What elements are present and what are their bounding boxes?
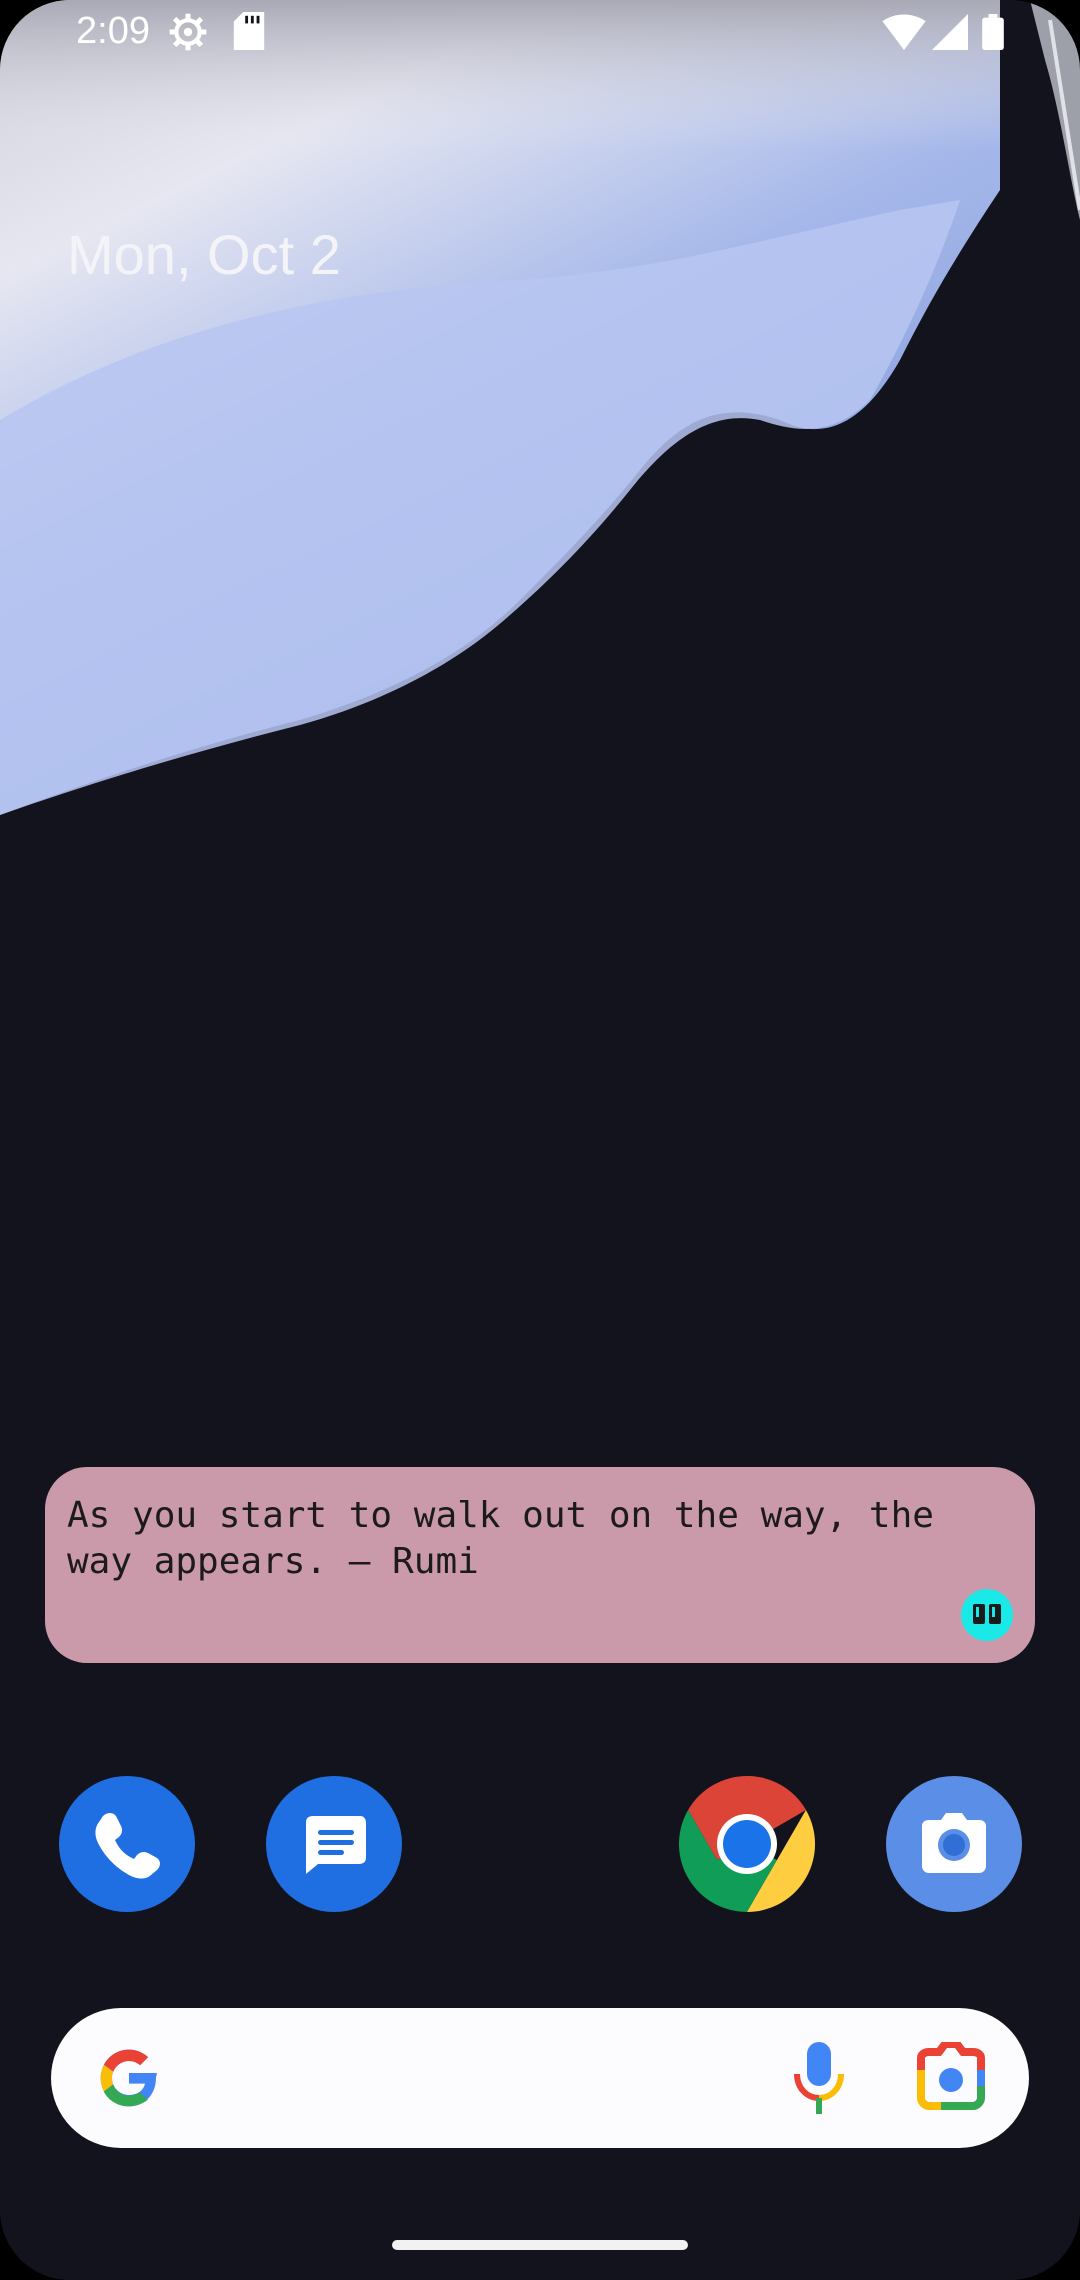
signal-icon [932,14,968,55]
camera-app-icon[interactable] [886,1776,1022,1912]
home-gesture-handle[interactable] [392,2240,688,2250]
date-widget[interactable]: Mon, Oct 2 [67,222,341,287]
status-bar: 2:09 [0,0,1080,70]
quote-app-icon [961,1589,1013,1641]
home-screen: 2:09 Mon, Oct 2 As you start to walk out… [0,0,1080,2280]
messages-app-icon[interactable] [266,1776,402,1912]
google-lens-icon[interactable] [913,2040,989,2119]
camera-icon [922,1813,986,1873]
battery-icon [982,14,1004,55]
chrome-app-icon[interactable] [678,1776,816,1912]
google-search-bar[interactable] [51,2008,1029,2148]
wifi-icon [882,14,926,55]
phone-app-icon[interactable] [59,1776,195,1912]
chrome-icon [678,1776,816,1912]
quote-text: As you start to walk out on the way, the… [67,1495,934,1582]
sd-card-icon [233,12,265,55]
settings-icon [168,12,208,57]
google-logo-icon[interactable] [95,2044,163,2117]
phone-icon [95,1813,160,1879]
messages-icon [306,1816,366,1874]
microphone-icon[interactable] [789,2038,849,2123]
status-time: 2:09 [76,10,150,52]
quote-widget[interactable]: As you start to walk out on the way, the… [45,1467,1035,1663]
wallpaper [0,0,1080,2280]
